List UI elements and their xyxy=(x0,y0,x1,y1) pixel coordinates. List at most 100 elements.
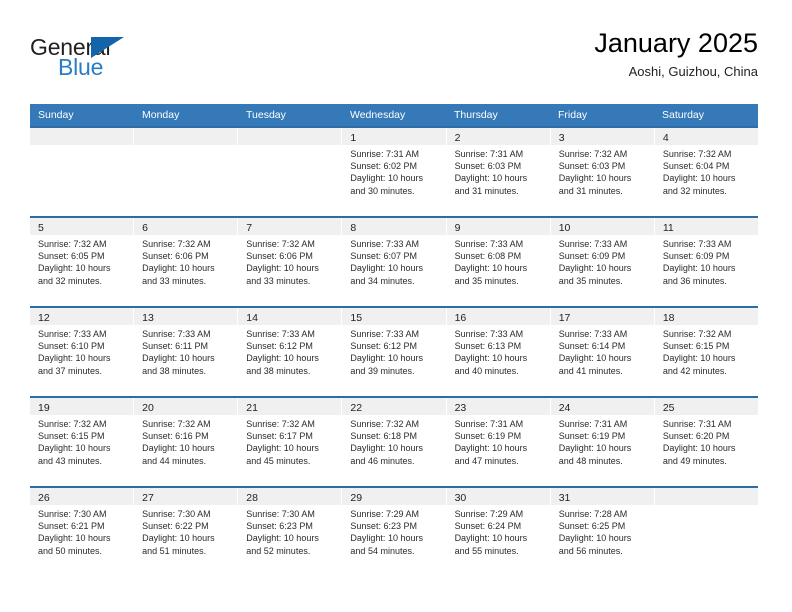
weekday-header-row: Sunday Monday Tuesday Wednesday Thursday Frid… xyxy=(30,104,758,126)
daylight-text-line2: and 38 minutes. xyxy=(246,365,311,376)
daylight-text-line1: Daylight: 10 hours xyxy=(38,533,111,544)
sun-info: Sunrise: 7:33 AM Sunset: 6:10 PM Daylight:… xyxy=(30,325,133,377)
day-number: 16 xyxy=(454,312,467,324)
calendar-day-cell[interactable]: 5 Sunrise: 7:32 AM Sunset: 6:05 PM Daylight… xyxy=(30,218,135,306)
sunset-text: Sunset: 6:05 PM xyxy=(38,251,105,262)
daylight-text-line1: Daylight: 10 hours xyxy=(454,443,528,454)
day-number-band: 24 xyxy=(550,398,654,415)
daylight-text-line2: and 31 minutes. xyxy=(454,185,519,196)
day-number-band: 9 xyxy=(446,218,550,235)
sunset-text: Sunset: 6:19 PM xyxy=(558,431,626,442)
daylight-text-line2: and 33 minutes. xyxy=(246,275,311,286)
day-number: 23 xyxy=(454,402,467,414)
calendar-day-cell[interactable]: 8 Sunrise: 7:33 AM Sunset: 6:07 PM Daylight… xyxy=(342,218,447,306)
day-number-band: 12 xyxy=(30,308,134,325)
daylight-text-line1: Daylight: 10 hours xyxy=(246,263,319,274)
day-number: 5 xyxy=(38,222,44,234)
calendar-day-cell[interactable]: 26 Sunrise: 7:30 AM Sunset: 6:21 PM Dayligh… xyxy=(30,488,135,576)
calendar-day-cell[interactable]: 6 Sunrise: 7:32 AM Sunset: 6:06 PM Daylight… xyxy=(134,218,239,306)
sun-info: Sunrise: 7:32 AM Sunset: 6:06 PM Daylight:… xyxy=(134,235,237,287)
day-number-band: 20 xyxy=(134,398,238,415)
calendar-day-cell[interactable]: 16 Sunrise: 7:33 AM Sunset: 6:13 PM Dayligh… xyxy=(446,308,551,396)
sunset-text: Sunset: 6:12 PM xyxy=(350,341,417,352)
day-number-band: 8 xyxy=(342,218,446,235)
daylight-text-line2: and 33 minutes. xyxy=(142,275,207,286)
calendar-day-cell[interactable]: 11 Sunrise: 7:33 AM Sunset: 6:09 PM Dayligh… xyxy=(654,218,758,306)
sunset-text: Sunset: 6:06 PM xyxy=(246,251,313,262)
sunrise-text: Sunrise: 7:33 AM xyxy=(38,329,107,339)
sunrise-text: Sunrise: 7:31 AM xyxy=(454,149,524,159)
calendar-grid: Sunday Monday Tuesday Wednesday Thursday Frid… xyxy=(30,104,758,576)
logo-text-blue: Blue xyxy=(58,54,104,80)
calendar-day-cell[interactable]: 14 Sunrise: 7:33 AM Sunset: 6:12 PM Dayligh… xyxy=(238,308,343,396)
calendar-day-cell[interactable]: 7 Sunrise: 7:32 AM Sunset: 6:06 PM Daylight… xyxy=(238,218,343,306)
calendar-day-cell[interactable]: 29 Sunrise: 7:29 AM Sunset: 6:23 PM Dayligh… xyxy=(342,488,447,576)
calendar-day-cell[interactable]: 21 Sunrise: 7:32 AM Sunset: 6:17 PM Dayligh… xyxy=(238,398,343,486)
weekday-header-saturday: Saturday xyxy=(662,109,705,121)
daylight-text-line2: and 43 minutes. xyxy=(38,455,103,466)
calendar-day-cell[interactable]: 13 Sunrise: 7:33 AM Sunset: 6:11 PM Dayligh… xyxy=(134,308,239,396)
sunset-text: Sunset: 6:24 PM xyxy=(454,521,522,532)
day-number: 24 xyxy=(558,402,571,414)
sun-info: Sunrise: 7:33 AM Sunset: 6:13 PM Daylight:… xyxy=(447,325,550,377)
day-number: 2 xyxy=(454,132,461,144)
sun-info: Sunrise: 7:32 AM Sunset: 6:05 PM Daylight:… xyxy=(30,235,133,287)
sunrise-text: Sunrise: 7:33 AM xyxy=(350,329,419,339)
day-number: 29 xyxy=(350,492,363,504)
sunrise-text: Sunrise: 7:32 AM xyxy=(142,419,211,429)
daylight-text-line2: and 45 minutes. xyxy=(246,455,311,466)
sunset-text: Sunset: 6:10 PM xyxy=(38,341,105,352)
calendar-day-cell[interactable]: 2 Sunrise: 7:31 AM Sunset: 6:03 PM Daylight… xyxy=(446,128,551,216)
daylight-text-line1: Daylight: 10 hours xyxy=(38,443,111,454)
calendar-day-cell[interactable]: 1 Sunrise: 7:31 AM Sunset: 6:02 PM Daylight… xyxy=(342,128,447,216)
sunset-text: Sunset: 6:09 PM xyxy=(662,251,730,262)
calendar-day-cell[interactable]: 3 Sunrise: 7:32 AM Sunset: 6:03 PM Daylight… xyxy=(550,128,655,216)
page-header: General Blue January 2025 Aoshi, Guizhou… xyxy=(30,26,758,96)
calendar-day-cell[interactable]: 12 Sunrise: 7:33 AM Sunset: 6:10 PM Dayligh… xyxy=(30,308,135,396)
calendar-day-cell[interactable]: 20 Sunrise: 7:32 AM Sunset: 6:16 PM Dayligh… xyxy=(134,398,239,486)
day-number: 20 xyxy=(142,402,154,414)
calendar-day-cell[interactable]: 27 Sunrise: 7:30 AM Sunset: 6:22 PM Dayligh… xyxy=(134,488,239,576)
sun-info: Sunrise: 7:32 AM Sunset: 6:04 PM Daylight:… xyxy=(655,145,758,197)
day-number-band: 31 xyxy=(550,488,654,505)
daylight-text-line2: and 55 minutes. xyxy=(454,545,519,556)
sun-info: Sunrise: 7:33 AM Sunset: 6:12 PM Daylight:… xyxy=(238,325,341,377)
sunrise-text: Sunrise: 7:33 AM xyxy=(350,239,419,249)
sunset-text: Sunset: 6:25 PM xyxy=(558,521,626,532)
calendar-day-cell[interactable]: 23 Sunrise: 7:31 AM Sunset: 6:19 PM Dayligh… xyxy=(446,398,551,486)
calendar-cell-empty xyxy=(238,128,343,216)
calendar-day-cell[interactable]: 22 Sunrise: 7:32 AM Sunset: 6:18 PM Dayligh… xyxy=(342,398,447,486)
sun-info: Sunrise: 7:33 AM Sunset: 6:11 PM Daylight:… xyxy=(134,325,237,377)
day-number: 30 xyxy=(454,492,467,504)
sunrise-text: Sunrise: 7:31 AM xyxy=(662,419,732,429)
calendar-day-cell[interactable]: 9 Sunrise: 7:33 AM Sunset: 6:08 PM Daylight… xyxy=(446,218,551,306)
calendar-day-cell[interactable]: 28 Sunrise: 7:30 AM Sunset: 6:23 PM Dayligh… xyxy=(238,488,343,576)
daylight-text-line2: and 40 minutes. xyxy=(454,365,519,376)
calendar-week-row: 1 Sunrise: 7:31 AM Sunset: 6:02 PM Daylight… xyxy=(30,126,758,216)
sunrise-text: Sunrise: 7:33 AM xyxy=(662,239,732,249)
calendar-day-cell[interactable]: 30 Sunrise: 7:29 AM Sunset: 6:24 PM Dayligh… xyxy=(446,488,551,576)
daylight-text-line1: Daylight: 10 hours xyxy=(350,173,423,184)
sunrise-text: Sunrise: 7:32 AM xyxy=(558,149,628,159)
calendar-day-cell[interactable]: 18 Sunrise: 7:32 AM Sunset: 6:15 PM Dayligh… xyxy=(654,308,758,396)
sunrise-text: Sunrise: 7:29 AM xyxy=(350,509,419,519)
calendar-day-cell[interactable]: 17 Sunrise: 7:33 AM Sunset: 6:14 PM Dayligh… xyxy=(550,308,655,396)
sun-info: Sunrise: 7:32 AM Sunset: 6:03 PM Daylight:… xyxy=(551,145,654,197)
day-number: 6 xyxy=(142,222,148,234)
calendar-day-cell[interactable]: 31 Sunrise: 7:28 AM Sunset: 6:25 PM Dayligh… xyxy=(550,488,655,576)
sunrise-text: Sunrise: 7:32 AM xyxy=(38,419,107,429)
day-number-band: 7 xyxy=(238,218,342,235)
sunrise-text: Sunrise: 7:28 AM xyxy=(558,509,628,519)
calendar-day-cell[interactable]: 24 Sunrise: 7:31 AM Sunset: 6:19 PM Dayligh… xyxy=(550,398,655,486)
calendar-day-cell[interactable]: 10 Sunrise: 7:33 AM Sunset: 6:09 PM Dayligh… xyxy=(550,218,655,306)
day-number-band: 29 xyxy=(342,488,446,505)
calendar-day-cell[interactable]: 4 Sunrise: 7:32 AM Sunset: 6:04 PM Daylight… xyxy=(654,128,758,216)
day-number: 15 xyxy=(350,312,363,324)
sunrise-text: Sunrise: 7:33 AM xyxy=(454,329,524,339)
sun-info: Sunrise: 7:32 AM Sunset: 6:06 PM Daylight:… xyxy=(238,235,341,287)
calendar-cell-empty xyxy=(134,128,239,216)
day-number-band: 1 xyxy=(342,128,446,145)
calendar-day-cell[interactable]: 25 Sunrise: 7:31 AM Sunset: 6:20 PM Dayligh… xyxy=(654,398,758,486)
calendar-day-cell[interactable]: 15 Sunrise: 7:33 AM Sunset: 6:12 PM Dayligh… xyxy=(342,308,447,396)
calendar-day-cell[interactable]: 19 Sunrise: 7:32 AM Sunset: 6:15 PM Dayligh… xyxy=(30,398,135,486)
